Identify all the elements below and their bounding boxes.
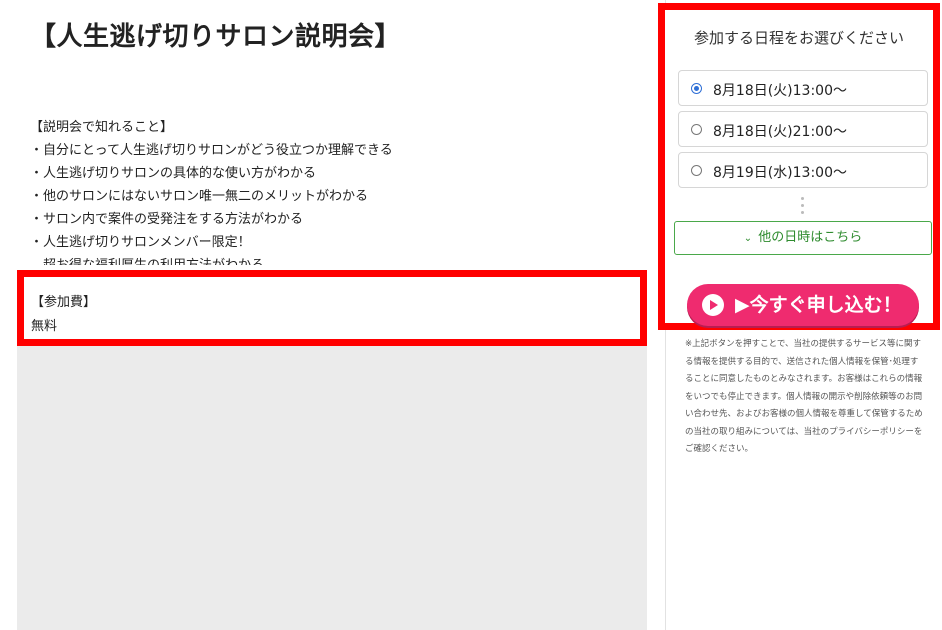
learn-item: ・サロン内で案件の受発注をする方法がわかる: [30, 212, 304, 227]
learn-item: ・人生逃げ切りサロンメンバー限定！: [30, 235, 251, 250]
apply-now-label: ▶今すぐ申し込む！: [735, 294, 902, 316]
page: 【人生逃げ切りサロン説明会】 【説明会で知れること】 ・自分にとって人生逃げ切り…: [0, 0, 942, 630]
learn-heading: 【説明会で知れること】: [30, 120, 174, 135]
privacy-notice: ※上記ボタンを押すことで、当社の提供するサービス等に関する情報を提供する目的で、…: [685, 339, 923, 454]
radio-icon[interactable]: [691, 165, 702, 176]
chevron-down-icon: ⌄: [743, 233, 753, 244]
radio-icon[interactable]: [691, 124, 702, 135]
date-option-label: 8月18日(火)21:00〜: [713, 124, 847, 140]
date-option-1[interactable]: 8月18日(火)13:00〜: [678, 70, 928, 106]
learn-item: ・人生逃げ切りサロンの具体的な使い方がわかる: [30, 166, 317, 181]
schedule-panel-highlight: 参加する日程をお選びください 8月18日(火)13:00〜 8月18日(火)21…: [658, 3, 940, 330]
schedule-title: 参加する日程をお選びください: [693, 29, 904, 47]
fee-label: 【参加費】: [31, 295, 97, 310]
fee-section-highlight: 【参加費】 無料: [17, 270, 647, 346]
other-dates-label: 他の日時はこちら: [758, 230, 863, 245]
radio-selected-icon[interactable]: [691, 83, 702, 94]
learn-item: ・他のサロンにはないサロン唯一無二のメリットがわかる: [30, 189, 369, 204]
learn-item: 超お得な福利厚生の利用方法がわかる: [30, 254, 630, 265]
date-option-2[interactable]: 8月18日(火)21:00〜: [678, 111, 928, 147]
page-title: 【人生逃げ切りサロン説明会】: [30, 22, 402, 52]
apply-now-button[interactable]: ▶今すぐ申し込む！: [687, 284, 919, 326]
arrow-circle-icon: [702, 294, 724, 316]
learn-section: 【説明会で知れること】 ・自分にとって人生逃げ切りサロンがどう役立つか理解できる…: [30, 116, 630, 265]
learn-item: ・自分にとって人生逃げ切りサロンがどう役立つか理解できる: [30, 143, 393, 158]
date-option-label: 8月19日(水)13:00〜: [713, 165, 847, 181]
other-dates-button[interactable]: ⌄ 他の日時はこちら: [674, 221, 932, 255]
more-dots-icon: [801, 197, 805, 217]
date-option-label: 8月18日(火)13:00〜: [713, 83, 847, 99]
fee-value: 無料: [31, 319, 58, 334]
date-option-3[interactable]: 8月19日(水)13:00〜: [678, 152, 928, 188]
